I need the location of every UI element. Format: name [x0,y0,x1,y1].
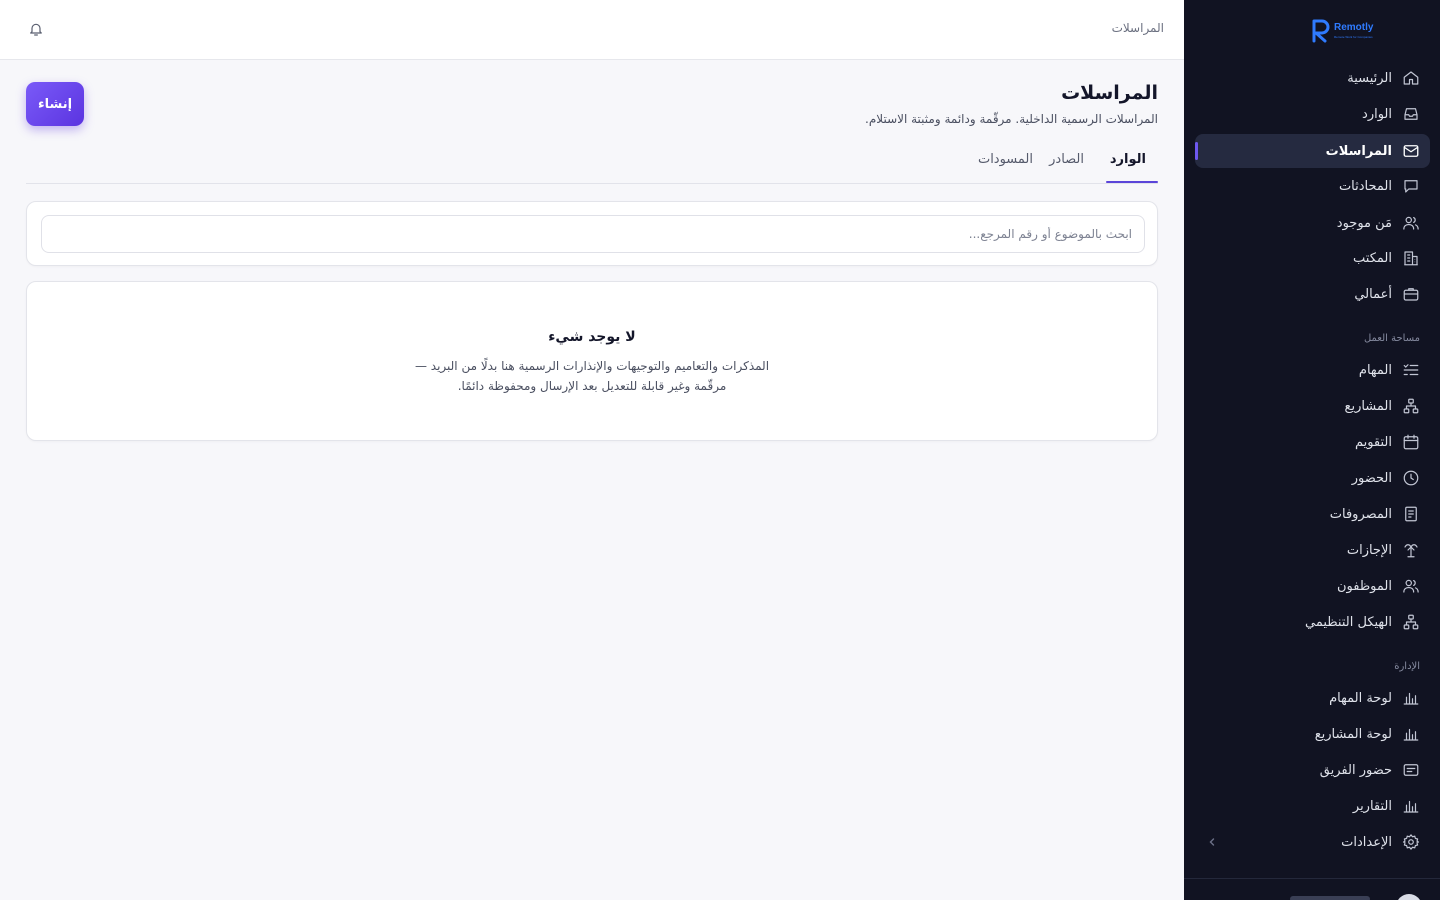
sidebar-item-label: الموظفون [1337,578,1392,594]
tab-outbox[interactable]: الصادر [1049,152,1084,167]
search-input[interactable] [41,215,1145,253]
search-card [26,201,1158,266]
sidebar-item-settings[interactable]: الإعدادات [1195,825,1430,859]
workspace-section-label: مساحة العمل [1363,333,1420,344]
calendar-icon [1403,434,1419,450]
empty-state-line: المذكرات والتعاميم والتوجيهات والإنذارات… [414,359,770,373]
sidebar-item-label: الإعدادات [1341,834,1392,850]
brand-tagline: Remote Work for Companies [1334,35,1373,39]
sidebar-item-label: الوارد [1362,106,1392,122]
sidebar-item-label: التقويم [1354,434,1392,450]
team-attendance-icon [1403,764,1419,776]
sidebar-item-vacations[interactable]: الإجازات [1195,533,1430,567]
tab-drafts[interactable]: المسودات [978,152,1033,167]
sidebar-divider [1184,878,1440,879]
sidebar-item-label: حضور الفريق [1319,762,1392,778]
sidebar-item-label: التقارير [1352,798,1392,814]
brand-logo[interactable]: Remotly Remote Work for Companies [1310,17,1386,43]
employees-icon [1403,579,1419,593]
sidebar-item-label: المراسلات [1325,143,1392,159]
top-bar: المراسلات [0,0,1184,60]
sidebar-item-label: لوحة المشاريع [1314,726,1392,742]
empty-state-description: المذكرات والتعاميم والتوجيهات والإنذارات… [27,356,1157,396]
tab-inbox[interactable]: الوارد [1110,152,1146,167]
projects-icon [1403,398,1419,414]
settings-icon [1402,834,1420,850]
sidebar-item-label: مَن موجود [1336,215,1392,231]
page-subtitle: المراسلات الرسمية الداخلية. مرقّمة ودائم… [865,112,1158,126]
inbox-icon [1404,108,1418,120]
sidebar: Remotly Remote Work for Companies الرئيس… [1184,0,1440,900]
chat-icon [1404,180,1418,193]
tabs-divider [26,183,1158,184]
bar-chart-icon [1403,728,1419,741]
breadcrumb[interactable]: المراسلات [1112,21,1164,35]
vacation-icon [1404,544,1418,558]
sidebar-item-label: لوحة المهام [1329,690,1392,706]
active-tab-indicator [1106,181,1158,183]
sidebar-item-label: المشاريع [1344,398,1392,414]
sidebar-item-attendance[interactable]: الحضور [1195,461,1430,495]
org-chart-icon [1403,614,1419,630]
building-icon [1404,251,1418,266]
sidebar-item-label: الهيكل التنظيمي [1304,614,1392,630]
sidebar-item-tasks[interactable]: المهام [1195,353,1430,387]
sidebar-item-employees[interactable]: الموظفون [1195,569,1430,603]
receipt-icon [1405,506,1417,522]
create-button[interactable]: إنشاء [26,82,84,126]
sidebar-item-projects-board[interactable]: لوحة المشاريع [1195,717,1430,751]
sidebar-item-label: المصروفات [1329,506,1392,522]
user-name-placeholder [1290,896,1370,900]
sidebar-item-home[interactable]: الرئيسية [1195,61,1430,95]
home-icon [1403,71,1419,85]
sidebar-item-inbox[interactable]: الوارد [1195,97,1430,131]
chevron-left-icon[interactable] [1206,836,1218,848]
sidebar-item-label: الرئيسية [1347,70,1392,86]
sidebar-item-tasks-board[interactable]: لوحة المهام [1195,681,1430,715]
page-title: المراسلات [1061,82,1158,104]
sidebar-item-label: أعمالي [1354,286,1392,302]
sidebar-item-label: المكتب [1353,250,1392,266]
bell-icon[interactable] [28,21,44,37]
sidebar-item-expenses[interactable]: المصروفات [1195,497,1430,531]
mail-icon [1403,145,1419,157]
sidebar-item-who-is-here[interactable]: مَن موجود [1195,206,1430,240]
tasks-icon [1403,364,1419,376]
avatar[interactable] [1396,894,1422,900]
sidebar-item-calendar[interactable]: التقويم [1195,425,1430,459]
sidebar-item-label: الإجازات [1346,542,1392,558]
sidebar-item-label: المحادثات [1338,178,1392,194]
bar-chart-icon [1403,800,1419,813]
empty-state-card: لا يوجد شيء المذكرات والتعاميم والتوجيها… [26,281,1158,441]
briefcase-icon [1403,288,1419,301]
sidebar-item-reports[interactable]: التقارير [1195,789,1430,823]
admin-section-label: الإدارة [1394,661,1420,672]
bar-chart-icon [1403,692,1419,705]
clock-icon [1403,470,1419,486]
users-icon [1403,216,1419,230]
sidebar-item-correspondence[interactable]: المراسلات [1195,134,1430,168]
logo-mark-icon [1312,19,1330,43]
sidebar-item-my-work[interactable]: أعمالي [1195,277,1430,311]
sidebar-item-label: المهام [1358,362,1392,378]
sidebar-item-label: الحضور [1351,470,1392,486]
sidebar-item-projects[interactable]: المشاريع [1195,389,1430,423]
sidebar-item-chats[interactable]: المحادثات [1195,169,1430,203]
empty-state-line: مرقّمة وغير قابلة للتعديل بعد الإرسال وم… [457,379,727,393]
sidebar-item-team-attendance[interactable]: حضور الفريق [1195,753,1430,787]
sidebar-item-office[interactable]: المكتب [1195,241,1430,275]
empty-state-title: لا يوجد شيء [548,329,636,345]
brand-name: Remotly [1334,22,1374,33]
sidebar-item-org-chart[interactable]: الهيكل التنظيمي [1195,605,1430,639]
